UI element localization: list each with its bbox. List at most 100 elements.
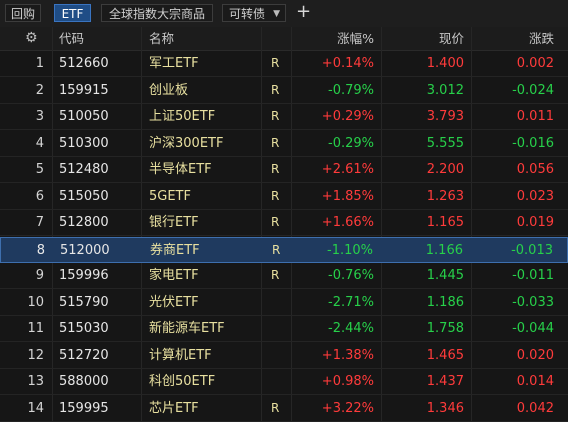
- gear-icon[interactable]: ⚙: [25, 27, 38, 50]
- row-index: 12: [27, 347, 44, 363]
- row-margin-flag: R: [271, 188, 280, 203]
- table-row[interactable]: 7 512800 银行ETF R +1.66% 1.165 0.019: [0, 210, 568, 236]
- row-code: 512480: [59, 162, 109, 177]
- table-row[interactable]: 4 510300 沪深300ETF R -0.29% 5.555 -0.016: [0, 131, 568, 157]
- row-code: 512800: [59, 215, 109, 230]
- row-change: -0.013: [511, 242, 553, 258]
- row-index: 5: [35, 162, 44, 177]
- row-margin-flag: R: [272, 242, 281, 257]
- row-name: 军工ETF: [149, 56, 199, 71]
- row-name: 光伏ETF: [149, 294, 199, 310]
- row-code: 588000: [59, 374, 109, 389]
- table-row[interactable]: 9 159996 家电ETF R -0.76% 1.445 -0.011: [0, 263, 568, 289]
- row-price: 1.346: [426, 400, 464, 416]
- table-row[interactable]: 10 515790 光伏ETF -2.71% 1.186 -0.033: [0, 290, 568, 316]
- table-row[interactable]: 13 588000 科创50ETF +0.98% 1.437 0.014: [0, 369, 568, 395]
- row-index: 14: [27, 400, 44, 416]
- header-change[interactable]: 涨跌: [529, 27, 554, 50]
- row-code: 159995: [59, 400, 109, 416]
- convertible-bond-dropdown[interactable]: 可转债 ▼: [222, 4, 286, 22]
- row-name: 券商ETF: [150, 242, 200, 258]
- tab-global-indices-commodities[interactable]: 全球指数大宗商品: [101, 4, 213, 22]
- row-price: 1.437: [426, 374, 464, 389]
- row-pct-change: -0.79%: [328, 82, 374, 98]
- table-row[interactable]: 1 512660 军工ETF R +0.14% 1.400 0.002: [0, 51, 568, 77]
- row-code: 159996: [59, 268, 109, 283]
- row-margin-flag: R: [271, 82, 280, 97]
- row-price: 5.555: [426, 135, 464, 151]
- row-name: 创业板: [149, 82, 189, 98]
- row-index: 9: [35, 268, 44, 283]
- row-change: -0.016: [512, 135, 554, 151]
- row-pct-change: -0.29%: [328, 135, 374, 151]
- row-change: -0.044: [512, 321, 554, 336]
- row-pct-change: +1.38%: [321, 347, 374, 363]
- row-pct-change: +1.85%: [321, 188, 374, 204]
- row-index: 1: [35, 56, 44, 71]
- row-margin-flag: R: [271, 268, 280, 282]
- row-index: 2: [35, 82, 44, 98]
- row-change: 0.014: [516, 374, 554, 389]
- tab-etf[interactable]: ETF: [54, 4, 91, 22]
- table-row[interactable]: 14 159995 芯片ETF R +3.22% 1.346 0.042: [0, 396, 568, 422]
- convertible-bond-label: 可转债: [229, 7, 266, 21]
- row-change: 0.002: [516, 56, 554, 71]
- row-code: 159915: [59, 82, 109, 98]
- table-row[interactable]: 8 512000 券商ETF R -1.10% 1.166 -0.013: [0, 236, 568, 263]
- row-name: 科创50ETF: [149, 374, 216, 389]
- row-name: 上证50ETF: [149, 109, 216, 124]
- header-price[interactable]: 现价: [439, 27, 464, 50]
- row-price: 2.200: [426, 162, 464, 177]
- row-index: 10: [27, 294, 44, 310]
- row-change: -0.024: [512, 82, 554, 98]
- row-code: 515030: [59, 321, 109, 336]
- row-margin-flag: R: [271, 109, 280, 123]
- row-pct-change: +2.61%: [321, 162, 374, 177]
- row-change: -0.033: [512, 294, 554, 310]
- row-name: 芯片ETF: [149, 400, 199, 416]
- row-change: 0.011: [516, 109, 554, 124]
- row-price: 1.186: [426, 294, 464, 310]
- row-code: 512720: [59, 347, 109, 363]
- table-row[interactable]: 5 512480 半导体ETF R +2.61% 2.200 0.056: [0, 157, 568, 183]
- row-index: 7: [35, 215, 44, 230]
- row-pct-change: -2.44%: [328, 321, 374, 336]
- row-name: 新能源车ETF: [149, 321, 225, 336]
- row-name: 半导体ETF: [149, 162, 212, 177]
- table-header: ⚙ 代码 名称 涨幅% 现价 涨跌: [0, 27, 568, 51]
- table-row[interactable]: 12 512720 计算机ETF +1.38% 1.465 0.020: [0, 343, 568, 369]
- table-row[interactable]: 11 515030 新能源车ETF -2.44% 1.758 -0.044: [0, 316, 568, 342]
- row-code: 512660: [59, 56, 109, 71]
- row-pct-change: +0.98%: [321, 374, 374, 389]
- tab-repo[interactable]: 回购: [5, 4, 41, 22]
- plus-icon[interactable]: +: [296, 2, 311, 22]
- toolbar: 回购 ETF 全球指数大宗商品 可转债 ▼ +: [0, 0, 568, 28]
- row-price: 3.793: [426, 109, 464, 124]
- row-price: 1.758: [426, 321, 464, 336]
- row-price: 1.263: [426, 188, 464, 204]
- row-name: 沪深300ETF: [149, 135, 224, 151]
- row-price: 1.445: [426, 268, 464, 283]
- row-price: 1.166: [425, 242, 463, 258]
- row-pct-change: +3.22%: [321, 400, 374, 416]
- table-row[interactable]: 3 510050 上证50ETF R +0.29% 3.793 0.011: [0, 104, 568, 130]
- row-index: 11: [27, 321, 44, 336]
- row-price: 1.400: [426, 56, 464, 71]
- row-change: 0.056: [516, 162, 554, 177]
- row-name: 计算机ETF: [149, 347, 212, 363]
- row-index: 13: [27, 374, 44, 389]
- row-name: 家电ETF: [149, 268, 199, 283]
- header-code[interactable]: 代码: [59, 27, 84, 50]
- table-row[interactable]: 6 515050 5GETF R +1.85% 1.263 0.023: [0, 184, 568, 210]
- row-margin-flag: R: [271, 215, 280, 229]
- row-code: 510050: [59, 109, 109, 124]
- header-name[interactable]: 名称: [149, 27, 174, 50]
- row-change: 0.020: [516, 347, 554, 363]
- table-row[interactable]: 2 159915 创业板 R -0.79% 3.012 -0.024: [0, 78, 568, 104]
- row-pct-change: -0.76%: [328, 268, 374, 283]
- row-price: 3.012: [426, 82, 464, 98]
- row-pct-change: -2.71%: [328, 294, 374, 310]
- row-change: 0.019: [516, 215, 554, 230]
- header-pct[interactable]: 涨幅%: [337, 27, 374, 50]
- row-code: 512000: [60, 242, 110, 258]
